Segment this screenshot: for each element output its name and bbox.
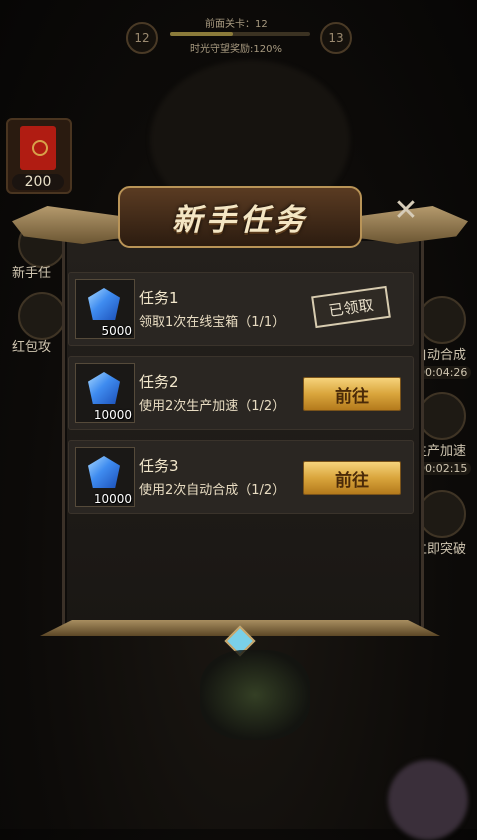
gem-icon [88,456,120,488]
background-egg [388,760,468,840]
reward-amount: 10000 [93,492,132,506]
close-icon[interactable]: ✕ [390,196,422,228]
stage-progress-bar [170,32,310,36]
go-button[interactable]: 前往 [303,461,401,495]
dialog-title-banner: 新手任务 [118,186,362,248]
claimed-stamp: 已领取 [311,285,391,329]
lock-icon[interactable] [418,490,466,538]
task-description: 使用2次自动合成（1/2） [139,483,286,498]
reward-amount: 10000 [93,408,132,422]
task-row: 10000 任务3 使用2次自动合成（1/2） 前往 [68,440,414,514]
reward-slot: 10000 [75,363,135,423]
gem-icon [88,372,120,404]
red-packet-icon [20,126,56,170]
gem-icon [88,288,120,320]
current-level-badge: 12 [126,22,158,54]
auto-merge-icon[interactable] [418,296,466,344]
next-level-badge: 13 [320,22,352,54]
bonus-label: 时光守望奖励:120% [190,44,282,55]
task-row: 10000 任务2 使用2次生产加速（1/2） 前往 [68,356,414,430]
task-name: 任务1 [139,289,179,307]
redpack-guide-icon[interactable] [18,292,66,340]
redpack-guide-label: 红包攻 [12,340,52,355]
red-packet-button[interactable]: 200 [6,118,72,194]
dialog-title: 新手任务 [172,203,308,238]
task-row: 5000 任务1 领取1次在线宝箱（1/1） 已领取 [68,272,414,346]
task-name: 任务2 [139,373,179,391]
task-name: 任务3 [139,457,179,475]
reward-amount: 5000 [101,324,132,338]
red-packet-count: 200 [12,174,64,190]
dragon-sprite [200,650,310,740]
task-description: 领取1次在线宝箱（1/1） [139,315,286,330]
reward-slot: 5000 [75,279,135,339]
speed-up-icon[interactable] [418,392,466,440]
reward-slot: 10000 [75,447,135,507]
go-button[interactable]: 前往 [303,377,401,411]
stage-label: 前面关卡：12 [205,19,268,30]
task-description: 使用2次生产加速（1/2） [139,399,286,414]
newbie-task-label: 新手任 [12,266,52,281]
